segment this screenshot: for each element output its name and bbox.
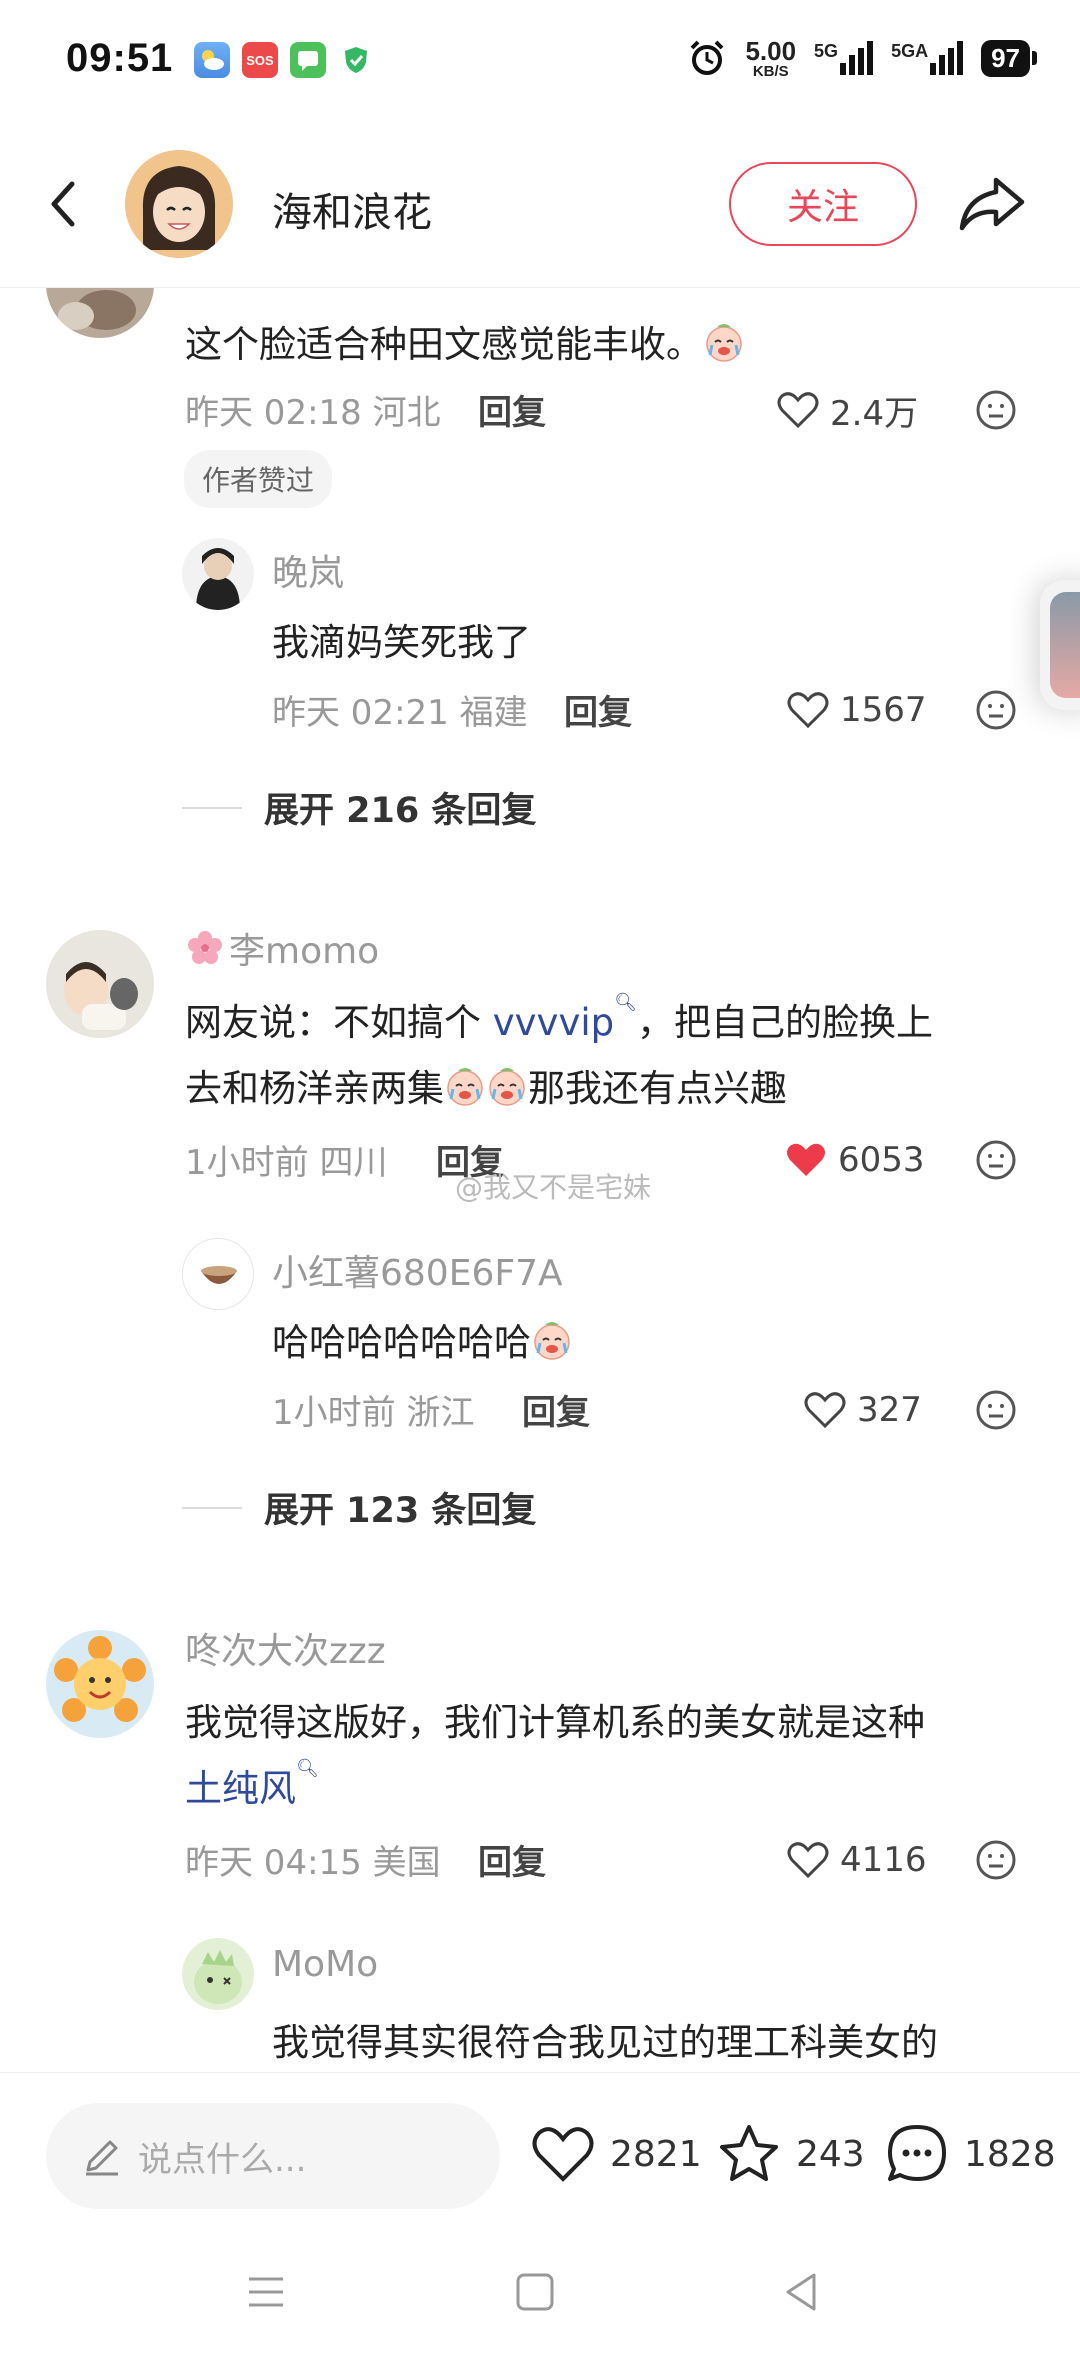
search-link[interactable]: 土纯风 — [185, 1767, 296, 1810]
signal-5g: 5G — [814, 41, 874, 75]
comment-meta: 1小时前 四川 — [185, 1143, 388, 1183]
replier-avatar[interactable] — [182, 1238, 254, 1310]
commenter-name[interactable]: 李momo — [185, 922, 379, 974]
watermark: @我又不是宅妹 — [455, 1171, 652, 1204]
sakura-icon — [188, 931, 222, 964]
divider-line — [182, 806, 242, 809]
heart-outline-icon — [804, 1392, 846, 1429]
author-liked-badge: 作者赞过 — [184, 450, 333, 508]
comment-like-button[interactable]: 2.4万 — [776, 388, 919, 434]
replier-name[interactable]: 小红薯680E6F7A — [272, 1244, 563, 1296]
heart-outline-icon — [532, 2127, 594, 2182]
emoji-reaction-icon[interactable] — [974, 1838, 1018, 1882]
reply-like-button[interactable]: 327 — [803, 1388, 922, 1432]
emoji-reaction-icon[interactable] — [974, 1388, 1018, 1432]
heart-outline-icon — [787, 692, 829, 729]
like-count: 4116 — [840, 1840, 927, 1880]
like-total: 2821 — [610, 2133, 702, 2175]
back-arrow-icon[interactable] — [36, 174, 96, 234]
reply-text: 哈哈哈哈哈哈哈 — [272, 1312, 573, 1366]
emoji-reaction-icon[interactable] — [974, 388, 1018, 432]
reply-meta: 昨天 02:21 福建 — [272, 693, 528, 733]
comment-bubble-icon — [888, 2125, 946, 2181]
follow-button[interactable]: 关注 — [729, 162, 917, 246]
comment-like-button[interactable]: 4116 — [786, 1838, 927, 1882]
net-speed: 5.00 KB/S — [745, 35, 797, 80]
share-icon[interactable] — [956, 172, 1028, 236]
replier-name[interactable]: 晚岚 — [272, 544, 344, 596]
comment-list: 这个脸适合种田文感觉能丰收。 昨天 02:18 河北 回复 2.4万 作者赞过 … — [0, 288, 1080, 2072]
search-link[interactable]: vvvvip — [493, 1001, 614, 1044]
commenter-avatar[interactable] — [46, 1630, 154, 1738]
alarm-icon — [691, 40, 724, 75]
commenter-name[interactable]: 咚次大次zzz — [185, 1622, 386, 1674]
crying-laugh-emoji-icon — [447, 1068, 483, 1106]
menu-icon[interactable] — [241, 2267, 291, 2317]
signal-5ga: 5GA — [891, 41, 964, 75]
comment-total: 1828 — [964, 2133, 1056, 2175]
comment-text-line1: 网友说：不如搞个 vvvvip🔍︎，把自己的脸换上 — [185, 992, 933, 1044]
heart-filled-icon — [787, 1143, 825, 1176]
shield-icon — [338, 42, 374, 78]
comment-button[interactable]: 1828 — [884, 2119, 1056, 2189]
status-time: 09:51 — [66, 36, 174, 80]
pencil-icon — [86, 2140, 118, 2176]
author-avatar[interactable] — [125, 150, 233, 258]
comment-like-button[interactable]: 6053 — [784, 1138, 925, 1182]
comment-meta: 昨天 02:18 河北 — [185, 393, 441, 433]
search-small-icon: 🔍︎ — [614, 992, 637, 1013]
reply-button[interactable]: 回复 — [478, 1835, 546, 1884]
like-count: 1567 — [840, 690, 927, 730]
reply-button[interactable]: 回复 — [564, 685, 632, 734]
back-triangle-icon[interactable] — [776, 2267, 826, 2317]
like-count: 2.4万 — [830, 393, 919, 434]
comment-input[interactable]: 说点什么... — [46, 2103, 500, 2209]
home-square-icon[interactable] — [510, 2267, 560, 2317]
expand-replies-button[interactable]: 展开 216 条回复 — [182, 782, 536, 833]
search-small-icon: 🔍︎ — [296, 1758, 319, 1779]
expand-replies-button[interactable]: 展开 123 条回复 — [182, 1482, 536, 1533]
comment-text-line2: 去和杨洋亲两集 那我还有点兴趣 — [185, 1067, 787, 1110]
commenter-avatar[interactable] — [46, 288, 154, 338]
status-bar: 09:51 SOS 5.00 KB/S 5G 5GA 97 — [0, 0, 1080, 120]
input-placeholder: 说点什么... — [138, 2139, 307, 2180]
heart-outline-icon — [777, 392, 819, 429]
reply-meta: 1小时前 浙江 — [272, 1393, 475, 1433]
commenter-avatar[interactable] — [46, 930, 154, 1038]
messages-icon — [290, 42, 326, 78]
battery-indicator: 97 — [981, 39, 1037, 77]
reply-text: 我觉得其实很符合我见过的理工科美女的 — [272, 2021, 938, 2064]
comment-text-line1: 我觉得这版好，我们计算机系的美女就是这种 — [185, 1701, 925, 1744]
author-name[interactable]: 海和浪花 — [272, 180, 432, 238]
collect-total: 243 — [796, 2133, 865, 2175]
reply-like-button[interactable]: 1567 — [786, 688, 927, 732]
emoji-reaction-icon[interactable] — [974, 1138, 1018, 1182]
reply-button[interactable]: 回复 — [522, 1385, 590, 1434]
like-count: 6053 — [838, 1140, 925, 1180]
bottom-action-bar: 说点什么... 2821 243 1828 — [0, 2072, 1080, 2212]
reply-button[interactable]: 回复 — [478, 385, 546, 434]
comment-text: 这个脸适合种田文感觉能丰收。 — [185, 314, 745, 368]
note-header: 海和浪花 关注 — [0, 120, 1080, 288]
replier-avatar[interactable] — [182, 1938, 254, 2010]
like-count: 327 — [857, 1390, 922, 1430]
crying-laugh-emoji-icon — [706, 324, 742, 362]
crying-laugh-emoji-icon — [489, 1068, 525, 1106]
heart-outline-icon — [787, 1842, 829, 1879]
sos-icon: SOS — [242, 42, 278, 78]
crying-laugh-emoji-icon — [534, 1322, 570, 1360]
emoji-reaction-icon[interactable] — [974, 688, 1018, 732]
replier-avatar[interactable] — [182, 538, 254, 610]
divider-line — [182, 1506, 242, 1509]
replier-name[interactable]: MoMo — [272, 1944, 378, 1985]
system-nav-bar — [0, 2212, 1080, 2373]
floating-side-tab[interactable] — [1040, 580, 1080, 710]
comment-text-line2: 土纯风🔍︎ — [185, 1758, 319, 1812]
comment-meta: 昨天 04:15 美国 — [185, 1843, 441, 1883]
like-button[interactable]: 2821 — [530, 2119, 702, 2189]
collect-button[interactable]: 243 — [716, 2119, 865, 2189]
weather-icon — [194, 42, 230, 78]
reply-text: 我滴妈笑死我了 — [272, 621, 531, 664]
star-outline-icon — [720, 2125, 778, 2181]
